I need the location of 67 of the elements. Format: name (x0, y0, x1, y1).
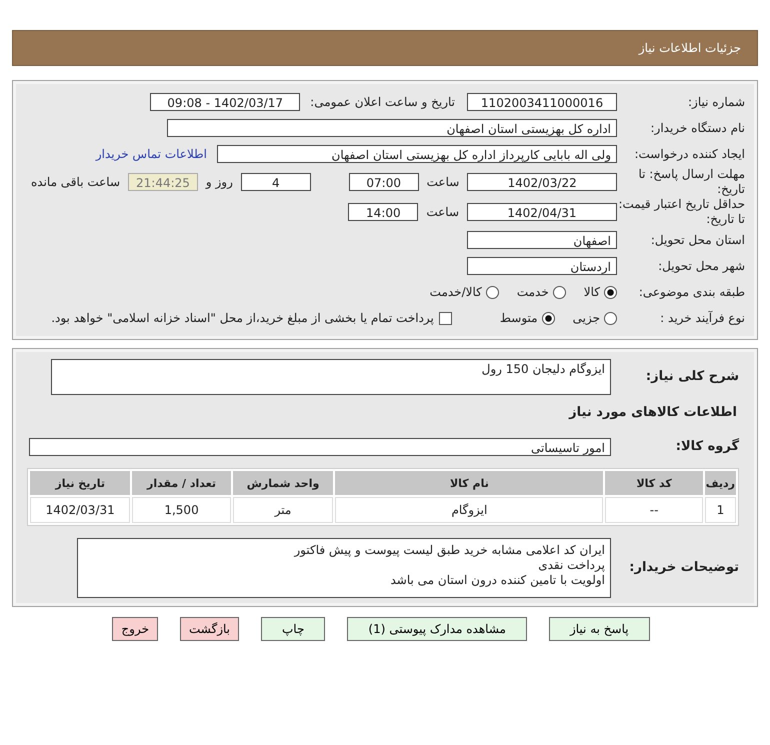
action-button[interactable]: بازگشت (180, 617, 239, 641)
field-label: ساعت باقی مانده (30, 175, 120, 189)
radio-label: جزیی (572, 311, 600, 325)
radio-label: کالا (584, 285, 600, 299)
field-label: نوع فرآیند خرید : (659, 310, 746, 326)
field-label: شرح کلی نیاز: (644, 368, 740, 386)
buyer-org-field[interactable]: اداره کل بهزیستی استان اصفهان (167, 119, 617, 137)
field-label: حداقل تاریخ اعتبار قیمت: تا تاریخ: (617, 197, 746, 227)
deadline-date-field[interactable]: 1402/03/22 (467, 173, 617, 191)
checkbox-label: پرداخت تمام یا بخشی از مبلغ خرید،از محل "اسناد خزانه اسلامی" خواهد بود. (51, 311, 434, 325)
column-header: نام کالا (335, 471, 604, 495)
radio-button[interactable] (604, 312, 617, 324)
action-button[interactable]: مشاهده مدارک پیوستی (1) (347, 617, 527, 641)
city-field[interactable]: اردستان (467, 257, 617, 275)
field-label: مهلت ارسال پاسخ: تا تاریخ: (637, 167, 746, 197)
announce-date-field[interactable]: 1402/03/17 - 09:08 (150, 93, 300, 111)
table-cell: 1402/03/31 (30, 497, 130, 523)
field-label: گروه کالا: (674, 438, 740, 456)
page-title: جزئیات اطلاعات نیاز (638, 41, 741, 55)
table-cell: 1 (704, 497, 736, 523)
field-label: ایجاد کننده درخواست: (633, 146, 746, 162)
column-header: تعداد / مقدار (132, 471, 231, 495)
radio-label: خدمت (516, 285, 549, 299)
section-heading: اطلاعات کالاهای مورد نیاز (569, 405, 737, 420)
radio-button[interactable] (486, 286, 499, 298)
column-header: واحد شمارش (232, 471, 334, 495)
field-label: توضیحات خریدار: (628, 560, 740, 576)
radio-button[interactable] (542, 312, 555, 324)
field-label: روز و (206, 175, 233, 189)
radio-button[interactable] (552, 286, 566, 298)
column-header: ردیف (704, 471, 736, 495)
days-field[interactable]: 4 (240, 173, 311, 191)
requester-field[interactable]: ولی اله بابایی کارپرداز اداره کل بهزیستی استان اصفهان (217, 145, 617, 163)
checkbox[interactable] (438, 312, 452, 324)
table-cell: -- (605, 497, 703, 523)
radio-label: کالا/خدمت (430, 285, 482, 299)
remaining-time-field: 21:44:25 (128, 173, 198, 191)
table-cell: ایزوگام (335, 497, 604, 523)
province-field[interactable]: اصفهان (467, 231, 617, 249)
field-label: شماره نیاز: (687, 94, 746, 110)
action-button[interactable]: چاپ (261, 617, 326, 641)
buyer-contact-link[interactable]: اطلاعات تماس خریدار (96, 147, 207, 161)
table-cell: 1,500 (132, 497, 231, 523)
column-header: کد کالا (605, 471, 703, 495)
notes-line: پرداخت نقدی (537, 558, 605, 573)
validity-time-field[interactable]: 14:00 (348, 203, 418, 221)
radio-label: متوسط (500, 311, 538, 325)
notes-line: ایران کد اعلامی مشابه خرید طبق لیست پیوست و پیش فاکتور (292, 543, 605, 558)
field-label: تاریخ و ساعت اعلان عمومی: (310, 95, 455, 109)
action-button[interactable]: خروج (112, 617, 158, 641)
field-label: شهر محل تحویل: (657, 258, 746, 274)
field-label: ساعت (426, 175, 460, 189)
deadline-time-field[interactable]: 07:00 (348, 173, 419, 191)
need-number-field[interactable]: 1102003411000016 (467, 93, 617, 111)
goods-group-field[interactable]: امور تاسیساتی (29, 438, 611, 456)
notes-line: اولویت با تامین کننده درون استان می باشد (389, 573, 605, 588)
field-label: استان محل تحویل: (650, 232, 746, 248)
action-button[interactable]: پاسخ به نیاز (548, 617, 650, 641)
field-label: طبقه بندی موضوعی: (638, 284, 746, 300)
validity-date-field[interactable]: 1402/04/31 (467, 203, 617, 221)
buyer-notes-field[interactable]: ایران کد اعلامی مشابه خرید طبق لیست پیوست و پیش فاکتور پرداخت نقدی اولویت با تامین کننده درون استان می باشد (77, 538, 611, 598)
table-cell: متر (232, 497, 334, 523)
field-label: نام دستگاه خریدار: (650, 120, 746, 136)
radio-button[interactable] (604, 286, 617, 298)
field-label: ساعت (426, 205, 459, 219)
column-header: تاریخ نیاز (30, 471, 130, 495)
description-field[interactable]: ایزوگام دلیجان 150 رول (51, 359, 611, 395)
